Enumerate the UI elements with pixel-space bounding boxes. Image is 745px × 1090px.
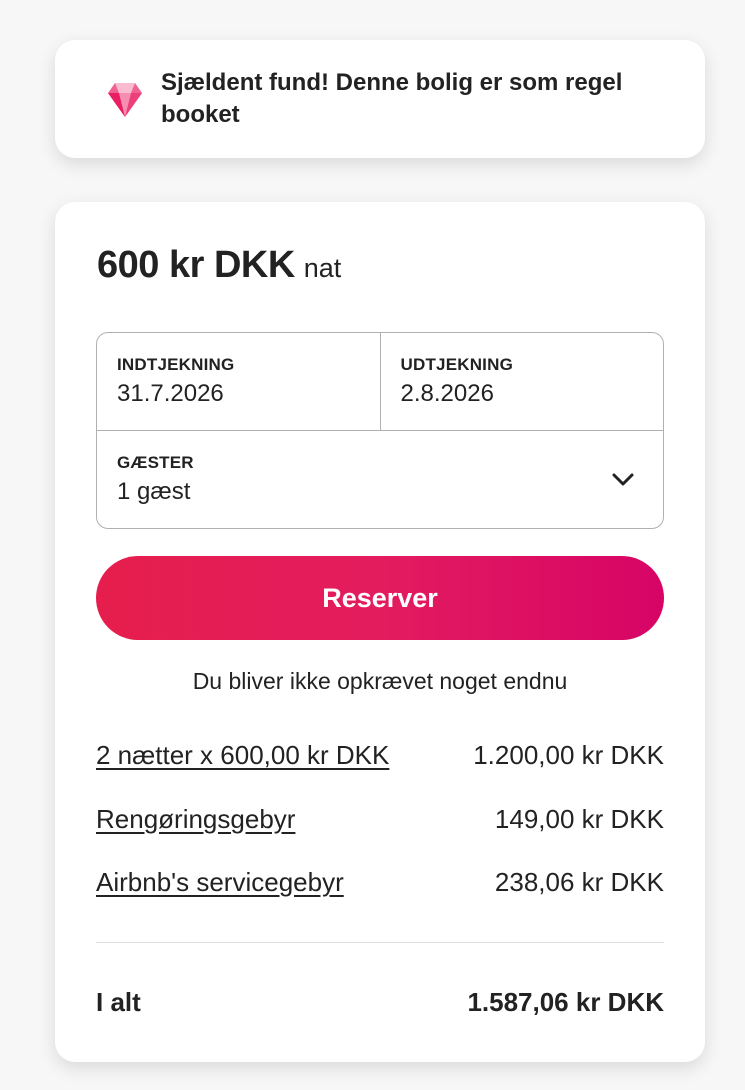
guests-label: GÆSTER <box>117 453 194 472</box>
checkin-label: INDTJEKNING <box>117 355 235 374</box>
fee-label-nights[interactable]: 2 nætter x 600,00 kr DKK <box>96 740 389 771</box>
checkout-value: 2.8.2026 <box>400 380 494 407</box>
notice-text: Sjældent fund! Denne bolig er som regel … <box>161 69 623 128</box>
guests-dropdown[interactable]: GÆSTER 1 gæst <box>97 431 663 528</box>
total-label: I alt <box>96 987 141 1017</box>
nightly-price: 600 kr DKK nat <box>97 244 341 287</box>
guests-value: 1 gæst <box>117 478 191 505</box>
gem-icon <box>107 79 143 119</box>
fee-amount-nights: 1.200,00 kr DKK <box>473 740 664 770</box>
rare-find-notice: Sjældent fund! Denne bolig er som regel … <box>55 40 705 158</box>
fee-row-service: Airbnb's servicegebyr 238,06 kr DKK <box>96 867 664 898</box>
total-row: I alt 1.587,06 kr DKK <box>96 987 664 1018</box>
fee-row-cleaning: Rengøringsgebyr 149,00 kr DKK <box>96 804 664 835</box>
fee-amount-cleaning: 149,00 kr DKK <box>494 804 664 834</box>
checkin-field[interactable]: INDTJEKNING 31.7.2026 <box>97 333 380 430</box>
chevron-down-icon <box>611 470 635 488</box>
checkout-label: UDTJEKNING <box>400 355 514 374</box>
fee-label-cleaning[interactable]: Rengøringsgebyr <box>96 804 295 835</box>
date-picker: INDTJEKNING 31.7.2026 UDTJEKNING 2.8.202… <box>97 333 663 431</box>
fee-row-nights: 2 nætter x 600,00 kr DKK 1.200,00 kr DKK <box>96 740 664 771</box>
reserve-button[interactable]: Reserver <box>96 556 664 640</box>
booking-card: 600 kr DKK nat INDTJEKNING 31.7.2026 UDT… <box>55 202 705 1062</box>
date-guest-picker: INDTJEKNING 31.7.2026 UDTJEKNING 2.8.202… <box>96 332 664 529</box>
price-amount: 600 kr DKK <box>97 244 295 286</box>
price-unit: nat <box>303 253 342 283</box>
divider <box>96 942 664 943</box>
fee-label-service[interactable]: Airbnb's servicegebyr <box>96 867 344 898</box>
fee-amount-service: 238,06 kr DKK <box>494 867 664 897</box>
checkin-value: 31.7.2026 <box>117 380 224 407</box>
no-charge-note: Du bliver ikke opkrævet noget endnu <box>192 668 568 694</box>
checkout-field[interactable]: UDTJEKNING 2.8.2026 <box>379 333 664 430</box>
total-amount: 1.587,06 kr DKK <box>467 987 664 1017</box>
